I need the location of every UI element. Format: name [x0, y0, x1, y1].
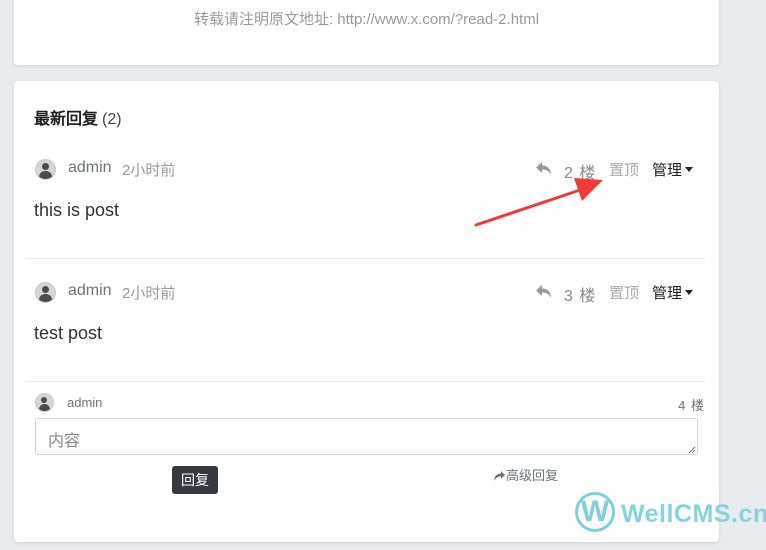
- reply-item: admin 2小时前 3 楼 置顶 管理 test post: [26, 282, 705, 362]
- manage-label: 管理: [652, 162, 683, 179]
- reply-floor: 3 楼: [564, 288, 597, 305]
- pin-button[interactable]: 置顶: [609, 282, 639, 303]
- manage-dropdown[interactable]: 管理: [652, 282, 694, 303]
- reply-submit-button[interactable]: 回复: [172, 466, 218, 494]
- replies-card: 最新回复 (2) admin 2小时前 2 楼 置顶 管理 this is pos…: [14, 81, 719, 542]
- reply-form-floor: 4 楼: [678, 398, 705, 413]
- advanced-reply-link[interactable]: 高级回复: [493, 465, 558, 484]
- reply-content-input[interactable]: [35, 418, 698, 455]
- resize-handle-icon[interactable]: [688, 446, 696, 454]
- wellcms-watermark: W WellCMS.cn: [575, 492, 766, 538]
- caret-down-icon: [685, 290, 694, 295]
- reply-username[interactable]: admin: [68, 282, 112, 300]
- manage-label: 管理: [652, 285, 683, 302]
- wellcms-watermark-text: WellCMS.cn: [621, 500, 766, 528]
- reply-username[interactable]: admin: [68, 159, 112, 177]
- divider: [26, 381, 705, 382]
- reply-content: this is post: [34, 200, 120, 220]
- avatar-icon[interactable]: [35, 282, 56, 303]
- avatar-icon: [35, 393, 54, 412]
- replies-heading: 最新回复 (2): [34, 105, 122, 129]
- wellcms-logo-icon: W: [575, 492, 615, 532]
- quick-reply-form: admin 4 楼 回复 高级回复: [26, 391, 705, 494]
- source-address: 转载请注明原文地址: http://www.x.com/?read-2.html: [193, 11, 540, 28]
- red-arrow-annotation: [474, 178, 603, 227]
- divider: [26, 258, 705, 259]
- reply-time: 2小时前: [122, 162, 176, 179]
- reply-content: test post: [34, 323, 103, 343]
- pin-button[interactable]: 置顶: [609, 159, 639, 180]
- reply-icon[interactable]: [534, 282, 554, 300]
- reply-time: 2小时前: [122, 285, 176, 302]
- replies-title: 最新回复: [34, 111, 99, 128]
- caret-down-icon: [685, 167, 694, 172]
- share-icon: [494, 471, 505, 481]
- article-footer-card: 转载请注明原文地址: http://www.x.com/?read-2.html: [14, 0, 719, 65]
- avatar-icon[interactable]: [35, 159, 56, 180]
- advanced-reply-label: 高级回复: [506, 468, 559, 483]
- manage-dropdown[interactable]: 管理: [652, 159, 694, 180]
- replies-count: (2): [102, 111, 122, 128]
- reply-form-username: admin: [67, 395, 103, 410]
